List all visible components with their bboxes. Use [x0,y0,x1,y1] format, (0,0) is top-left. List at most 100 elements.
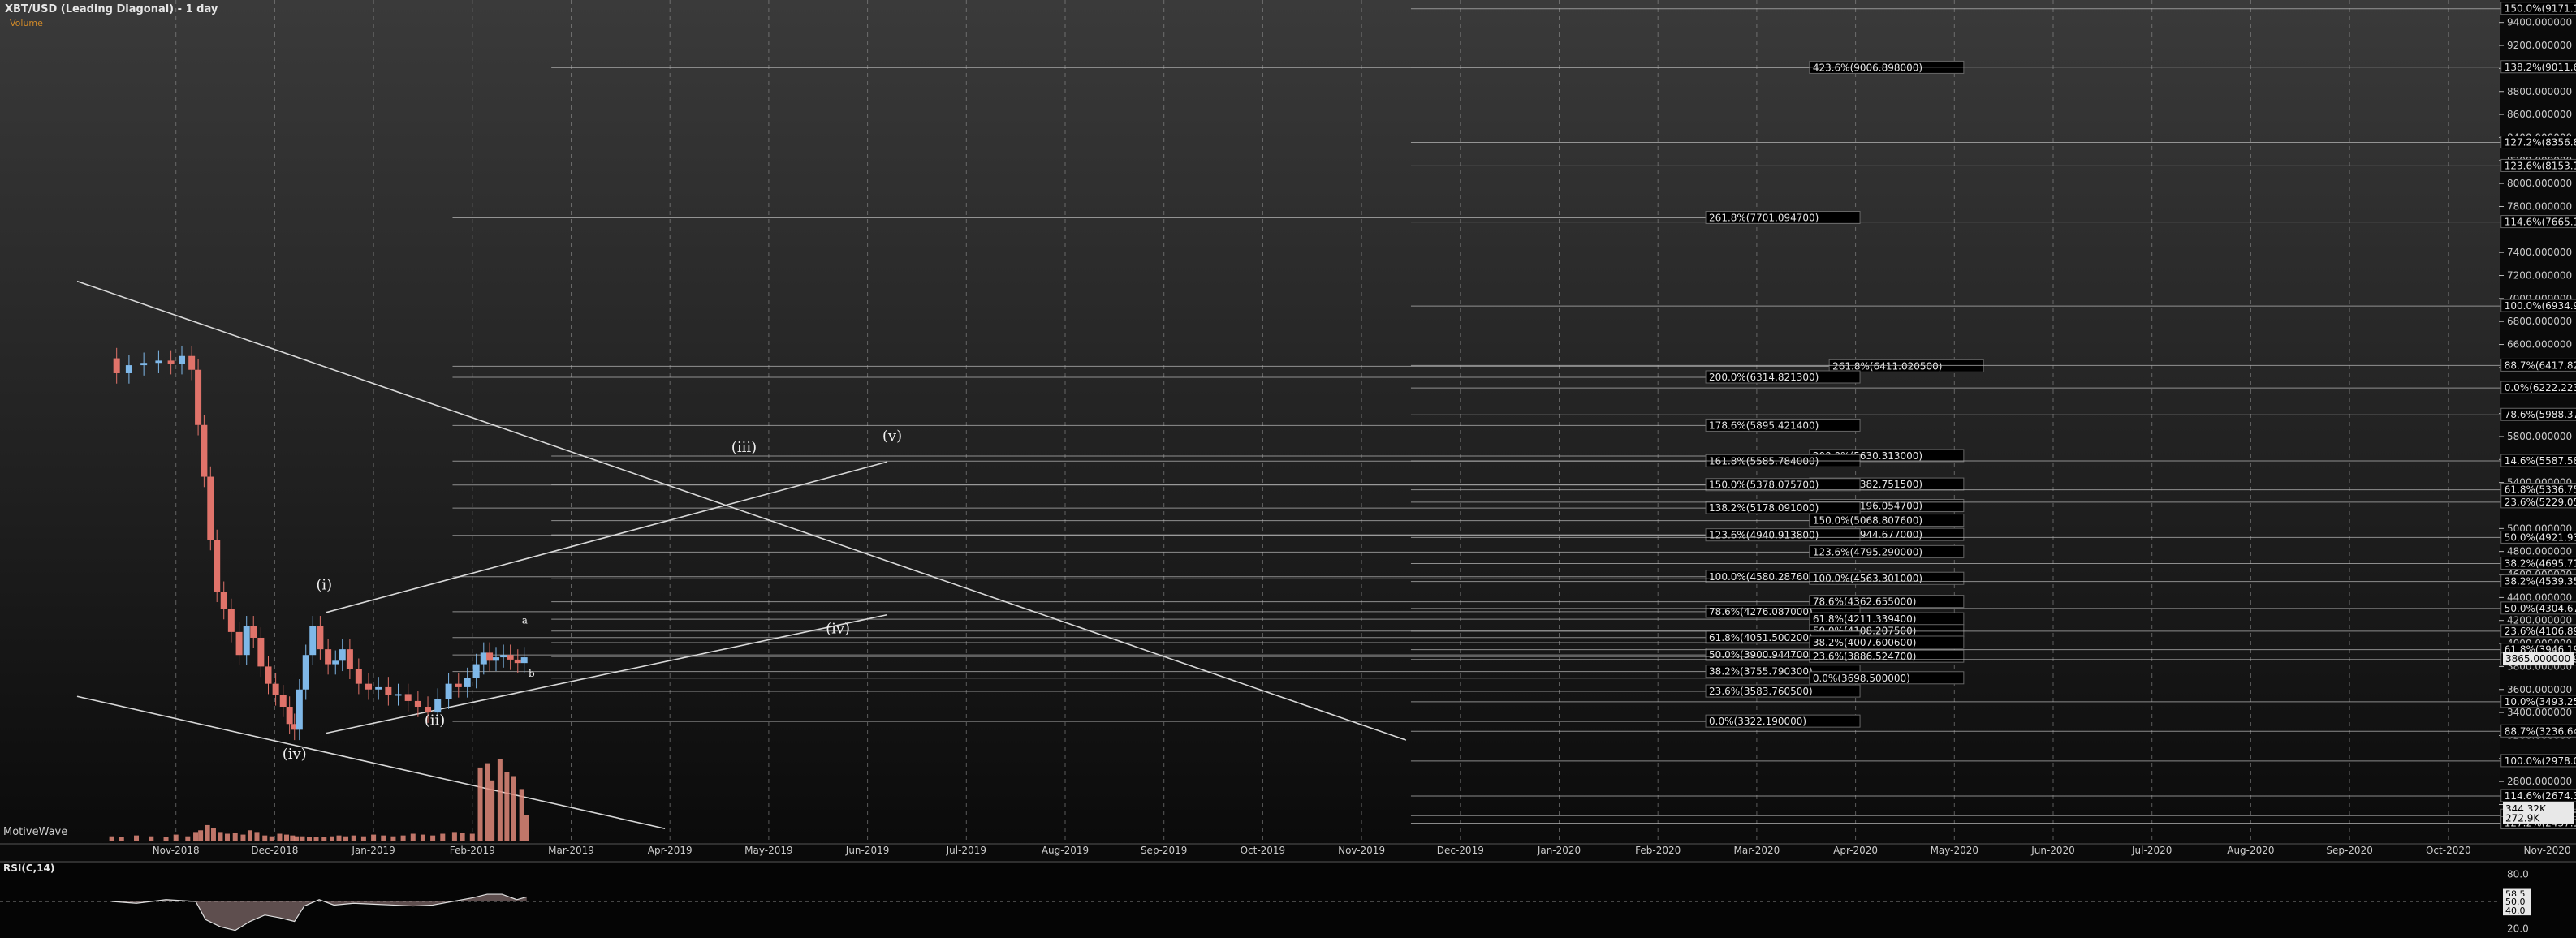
fib-label: 78.6%(4276.087000) [1709,606,1813,617]
fib-label: 423.6%(9006.898000) [1813,62,1922,73]
wave-label: b [529,668,535,679]
x-tick-label: Jun-2019 [845,845,890,856]
volume-bar [134,835,140,841]
candle-body [257,637,265,667]
volume-bar [247,830,252,841]
candle-body [113,358,120,373]
volume-bar [163,837,169,841]
fib-label: 0.0%(3322.190000) [1709,716,1806,727]
candle-body [486,652,494,661]
y-tick-label: 5800.000000 [2507,431,2572,442]
volume-bar [451,832,457,841]
fib-label: 138.2%(5178.091000) [1709,502,1819,514]
x-tick-label: Oct-2020 [2426,845,2471,856]
wave-label: (ii) [425,712,446,729]
y-tick-label: 7800.000000 [2507,200,2572,212]
volume-bar [232,833,238,841]
candle-body [472,664,480,678]
candle-body [464,678,471,687]
volume-bar [497,759,503,841]
candle-body [493,657,500,661]
candle-body [272,683,279,695]
fib-label: 50.0%(4304.670400) [2505,603,2576,614]
volume-bar [205,824,210,841]
volume-bar [224,833,230,841]
x-tick-label: Nov-2019 [1338,845,1385,856]
rsi-tag: 40.0 [2505,906,2526,916]
candle-body [520,657,528,664]
volume-bar [198,830,204,841]
volume-bar [240,834,246,841]
volume-bar [306,837,312,841]
candle-body [332,660,339,665]
y-tick-label: 9400.000000 [2507,17,2572,28]
volume-bar [269,836,274,841]
price-tag: 272.9K [2505,812,2540,824]
candle-body [355,669,362,684]
candle-body [296,689,303,730]
x-tick-label: Jan-2019 [351,845,395,856]
y-tick-label: 3400.000000 [2507,707,2572,718]
volume-bar [336,835,342,841]
candle-body [346,649,353,669]
y-tick-label: 8000.000000 [2507,178,2572,189]
candle-body [395,694,402,696]
x-tick-label: Mar-2019 [548,845,594,856]
candle-body [365,683,373,690]
volume-bar [294,836,300,841]
candle-body [445,683,452,699]
volume-bar [300,836,305,841]
x-tick-label: Jun-2020 [2030,845,2075,856]
candle-body [500,655,507,658]
fib-label: 61.8%(4051.500200) [1709,632,1813,643]
candle-body [375,686,382,690]
fib-label: 23.6%(4106.898000) [2505,626,2576,637]
candle-body [243,626,250,656]
candle-body [220,592,227,609]
volume-bar [119,837,124,841]
price-tag: 3865.000000 [2505,653,2570,665]
fib-label: 123.6%(8153.113300) [2505,160,2576,171]
fib-label: 150.0%(5378.075700) [1709,480,1819,491]
candle-body [286,707,293,725]
candle-body [235,631,243,656]
volume-bar [519,789,524,841]
fib-label: 61.8%(4211.339400) [1813,613,1917,625]
fib-label: 100.0%(2978.065000) [2505,755,2576,767]
fib-label: 50.0%(3900.944700) [1709,649,1813,660]
candle-body [201,424,208,477]
x-tick-label: Mar-2020 [1734,845,1780,856]
x-tick-label: Jan-2020 [1537,845,1581,856]
fib-label: 100.0%(4563.301000) [1813,573,1922,584]
trendline [326,613,888,734]
volume-bar [313,837,319,841]
fib-label: 100.0%(4580.287600) [1709,571,1819,583]
y-tick-label: 2800.000000 [2507,776,2572,787]
fib-label: 138.2%(9011.636000) [2505,62,2576,73]
fib-label: 38.2%(3755.790300) [1709,666,1813,678]
fib-label: 114.6%(2674.314500) [2505,790,2576,802]
wave-label: (v) [882,428,902,445]
fib-label: 127.2%(8356.889000) [2505,137,2576,148]
fib-label: 78.6%(5988.377400) [2505,409,2576,420]
volume-bar [460,833,465,841]
x-tick-label: Nov-2018 [153,845,200,856]
candle-body [414,700,421,708]
volume-bar [210,828,216,841]
candle-body [195,369,202,425]
candle-body [207,476,214,540]
fib-label: 23.6%(5229.052000) [2505,497,2576,508]
rsi-pane [0,863,2576,938]
rsi-tick-label: 80.0 [2507,869,2529,880]
volume-bar [218,832,223,841]
candle-body [155,360,162,364]
fib-label: 178.6%(5895.421400) [1709,420,1819,431]
fib-label: 50.0%(4921.932000) [2505,531,2576,543]
chart-canvas[interactable]: Nov-2018 Dec-2018 Jan-2019 Feb-2019 Mar-2019… [0,0,2576,938]
volume-bar [149,836,154,841]
chart-window: Nov-2018 Dec-2018 Jan-2019 Feb-2019 Mar-2019… [0,0,2576,938]
volume-bar [477,767,483,841]
wave-label: a [522,614,528,626]
candle-body [480,652,487,665]
volume-bar [410,833,416,841]
